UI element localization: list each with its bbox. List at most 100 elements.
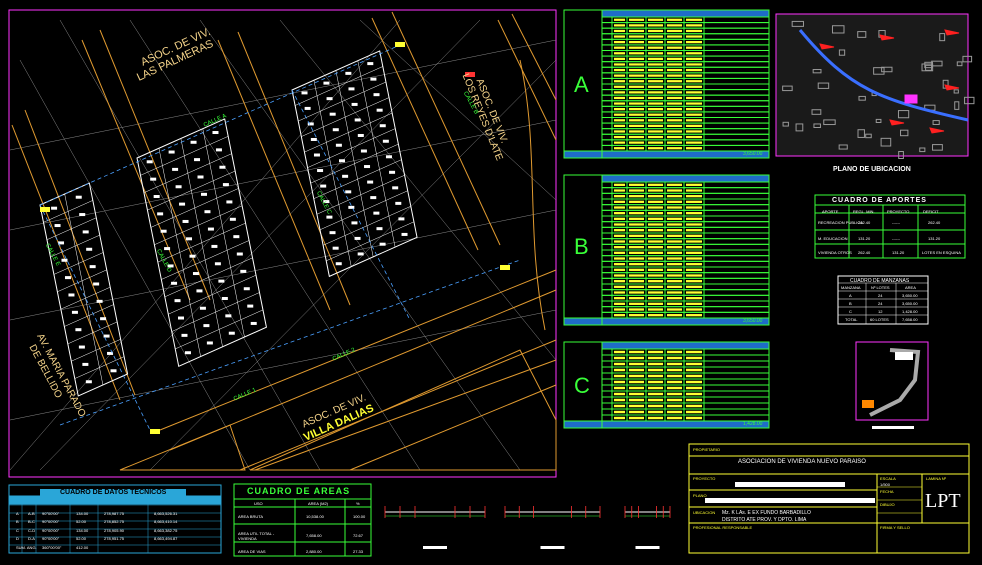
lot-table-b-cell xyxy=(602,290,612,296)
lot-table-b-value xyxy=(667,212,682,214)
lot-table-c-value xyxy=(686,351,702,353)
block-c-lot-mark xyxy=(336,144,342,147)
lot-table-b-value xyxy=(686,189,702,191)
block-c-lot-mark xyxy=(345,72,351,75)
block-total-a: 3,650.00 xyxy=(743,151,762,157)
lot-table-c-cell xyxy=(704,373,769,379)
lot-table-a-value xyxy=(629,69,644,71)
lot-table-b-value xyxy=(667,246,682,248)
road-edge xyxy=(255,360,556,470)
tec-sum3: 412.00 xyxy=(76,545,88,550)
lot-table-a-value xyxy=(629,35,644,37)
block-e-divider xyxy=(64,305,113,327)
lot-table-b-value xyxy=(648,184,663,186)
lot-table-b-value xyxy=(629,184,644,186)
lot-table-a-cell xyxy=(704,118,769,124)
block-c-lot-mark xyxy=(402,233,408,236)
lot-table-b-value xyxy=(614,280,625,282)
lot-table-b-value xyxy=(667,201,682,203)
lot-table-a-value xyxy=(614,19,625,21)
lot-table-a-value xyxy=(686,52,702,54)
block-c-lot-mark xyxy=(326,216,332,219)
lot-table-b-cell xyxy=(704,205,769,211)
lot-table-a-value xyxy=(667,35,682,37)
block-d-lot-mark xyxy=(147,160,153,163)
lot-table-c-value xyxy=(648,405,663,407)
lot-table-b-value xyxy=(629,229,644,231)
lot-table-c-cell xyxy=(704,409,769,415)
block-c-lot-mark xyxy=(367,62,373,65)
manzanas-h1: Nº LOTES xyxy=(871,285,890,290)
block-e-lot-mark xyxy=(55,224,61,227)
lot-table-a-value xyxy=(614,142,625,144)
areas-h0: USO xyxy=(254,501,263,506)
tb-location-line2: DISTRITO ATE PROV. Y DPTO. LIMA xyxy=(722,517,806,523)
block-d-lot-mark xyxy=(191,141,197,144)
block-d-divider xyxy=(147,171,235,210)
lot-table-c-value xyxy=(629,357,644,359)
lot-table-b-value xyxy=(629,206,644,208)
section-caption-bar xyxy=(636,546,660,549)
tb-plan-bar xyxy=(705,498,875,503)
lot-table-b-value xyxy=(686,291,702,293)
lot-table-a-value xyxy=(614,52,625,54)
block-c-lot-mark xyxy=(348,206,354,209)
lot-table-c-value xyxy=(614,381,625,383)
construction-line xyxy=(40,20,480,470)
lot-table-b-value xyxy=(629,218,644,220)
aportes-r2c2: 131.20 xyxy=(892,250,904,255)
lot-table-a-value xyxy=(614,58,625,60)
block-e-lot-mark xyxy=(82,363,88,366)
tb-location-label: UBICACION xyxy=(693,510,715,515)
lot-table-c-value xyxy=(629,417,644,419)
lot-table-c-value xyxy=(629,411,644,413)
lot-table-a-value xyxy=(686,86,702,88)
lot-table-c-value xyxy=(667,417,682,419)
lot-table-c-cell xyxy=(704,361,769,367)
block-e-divider xyxy=(50,235,99,257)
lot-table-b-value xyxy=(614,308,625,310)
block-c-divider xyxy=(314,160,402,199)
block-c-divider xyxy=(304,113,392,152)
lot-table-b-value xyxy=(614,252,625,254)
lot-table-c-value xyxy=(667,387,682,389)
lot-table-a-value xyxy=(667,80,682,82)
tec-r0c5: 8,663,526.31 xyxy=(154,511,177,516)
lot-table-c-value xyxy=(648,387,663,389)
manzanas-h0: MANZANA xyxy=(841,285,861,290)
lot-table-c-value xyxy=(667,399,682,401)
manzanas-title: CUADRO DE MANZANAS xyxy=(850,278,909,284)
lot-table-a-value xyxy=(629,47,644,49)
block-c-lot-mark xyxy=(333,247,339,250)
lot-table-b-value xyxy=(667,263,682,265)
lot-table-a-value xyxy=(686,30,702,32)
lot-table-c-cell xyxy=(704,349,769,355)
lot-table-b-value xyxy=(667,252,682,254)
lot-table-b-value xyxy=(686,201,702,203)
lot-table-c-value xyxy=(686,417,702,419)
lot-table-a-value xyxy=(629,24,644,26)
lot-table-b-cell xyxy=(602,250,612,256)
lot-table-b-value xyxy=(648,229,663,231)
lot-table-c-cell xyxy=(602,367,612,373)
lot-table-c-value xyxy=(686,393,702,395)
aportes-r1c0: M. EDUCACION xyxy=(818,236,848,241)
lot-table-b-cell xyxy=(704,199,769,205)
areas-r1c2: 72.67 xyxy=(353,533,363,538)
block-c-lot-mark xyxy=(392,186,398,189)
aportes-r0c3: 262.40 xyxy=(928,220,940,225)
lot-table-b-cell xyxy=(602,301,612,307)
lot-table-a-value xyxy=(648,108,663,110)
tecnicos-row-3: D D-A 90°00'00" 52.00 278,951.75 8,663,494.87 xyxy=(16,535,177,543)
lot-table-b-value xyxy=(648,263,663,265)
lot-table-c-value xyxy=(629,369,644,371)
lot-table-c-value xyxy=(614,369,625,371)
block-c-divider xyxy=(308,129,396,168)
lot-table-a-value xyxy=(648,35,663,37)
block-c-lot-mark xyxy=(370,78,376,81)
lot-table-c-cell xyxy=(704,403,769,409)
lot-table-c-value xyxy=(614,411,625,413)
block-d-lot-mark xyxy=(216,148,222,151)
block-c-lot-mark xyxy=(342,175,348,178)
lot-table-a-value xyxy=(686,130,702,132)
